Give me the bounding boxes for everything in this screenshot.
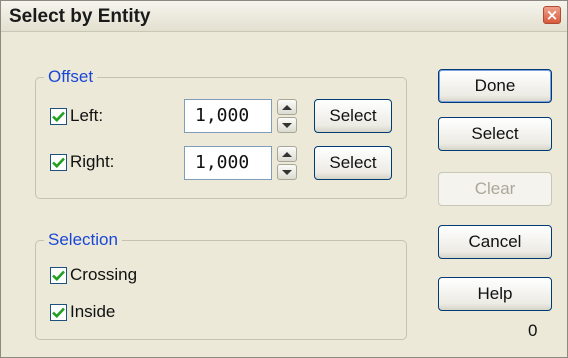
- close-button[interactable]: ×: [543, 6, 561, 24]
- left-offset-input[interactable]: 1,000: [184, 99, 272, 133]
- inside-label: Inside: [70, 302, 116, 321]
- inside-checkbox[interactable]: [50, 304, 67, 321]
- done-button[interactable]: Done: [438, 69, 552, 103]
- arrow-up-icon: [282, 151, 292, 157]
- right-offset-checkbox[interactable]: [50, 154, 67, 171]
- selection-group-label: Selection: [44, 230, 122, 250]
- left-offset-checkbox[interactable]: [50, 108, 67, 125]
- crossing-label: Crossing: [70, 265, 138, 284]
- checkmark-icon: [52, 111, 65, 122]
- selection-count: 0: [528, 321, 538, 340]
- right-offset-increment[interactable]: [277, 146, 297, 162]
- arrow-up-icon: [282, 104, 292, 110]
- left-offset-spinner[interactable]: [277, 99, 297, 133]
- right-offset-input[interactable]: 1,000: [184, 146, 272, 180]
- offset-group: Offset: [35, 67, 407, 199]
- clear-button[interactable]: Clear: [438, 172, 552, 206]
- arrow-down-icon: [282, 122, 292, 128]
- left-offset-decrement[interactable]: [277, 117, 297, 133]
- right-offset-spinner[interactable]: [277, 146, 297, 180]
- select-button[interactable]: Select: [438, 117, 552, 151]
- title-bar[interactable]: Select by Entity ×: [1, 1, 567, 32]
- cancel-button[interactable]: Cancel: [438, 225, 552, 259]
- right-offset-label: Right:: [70, 152, 115, 171]
- help-button[interactable]: Help: [438, 277, 552, 311]
- select-by-entity-dialog: Select by Entity × Offset Left: 1,000 Se…: [0, 0, 568, 358]
- offset-group-label: Offset: [44, 67, 98, 87]
- left-offset-increment[interactable]: [277, 99, 297, 115]
- dialog-title: Select by Entity: [9, 6, 151, 27]
- selection-group: Selection: [35, 230, 407, 340]
- close-icon: ×: [545, 5, 559, 24]
- right-offset-decrement[interactable]: [277, 164, 297, 180]
- arrow-down-icon: [282, 169, 292, 175]
- left-offset-label: Left:: [70, 106, 104, 125]
- right-offset-select-button[interactable]: Select: [314, 146, 392, 180]
- checkmark-icon: [52, 157, 65, 168]
- crossing-checkbox[interactable]: [50, 267, 67, 284]
- checkmark-icon: [52, 307, 65, 318]
- left-offset-select-button[interactable]: Select: [314, 99, 392, 133]
- checkmark-icon: [52, 270, 65, 281]
